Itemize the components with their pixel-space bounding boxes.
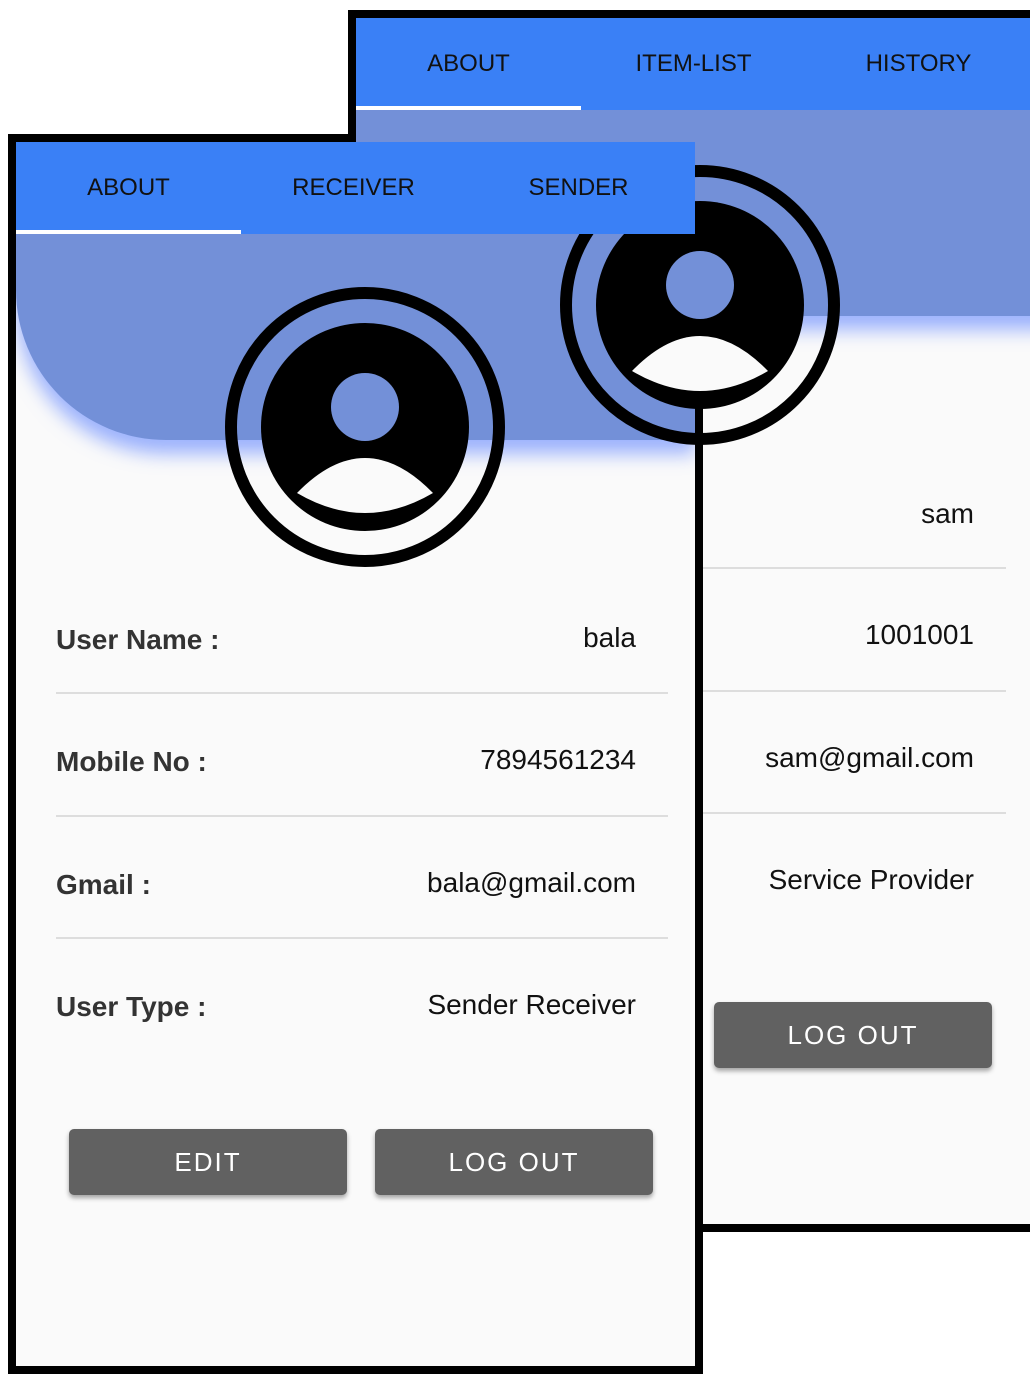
- tab-receiver[interactable]: RECEIVER: [241, 142, 466, 234]
- user-type-value: Service Provider: [768, 864, 974, 895]
- user-name-value: sam: [921, 498, 974, 529]
- divider: [56, 937, 668, 939]
- user-type-label: User Type :: [56, 991, 207, 1022]
- divider: [56, 692, 668, 694]
- divider: [56, 815, 668, 817]
- mobile-value: 1001001: [864, 619, 974, 650]
- tab-bar: ABOUT ITEM-LIST HISTORY: [356, 18, 1030, 110]
- info-row-mobile: Mobile No : 7894561234: [56, 708, 668, 818]
- edit-button[interactable]: EDIT: [69, 1129, 347, 1195]
- tab-item-list[interactable]: ITEM-LIST: [581, 18, 806, 110]
- gmail-value: bala@gmail.com: [427, 867, 636, 898]
- account-circle-icon: [225, 287, 505, 567]
- user-name-value: bala: [583, 622, 636, 653]
- mobile-value: 7894561234: [480, 744, 636, 775]
- tab-bar: ABOUT RECEIVER SENDER: [16, 142, 695, 234]
- logout-button[interactable]: LOG OUT: [375, 1129, 653, 1195]
- user-name-label: User Name :: [56, 624, 220, 655]
- info-row-user-type: User Type : Sender Receiver: [56, 953, 668, 1063]
- tab-history[interactable]: HISTORY: [806, 18, 1030, 110]
- user-type-value: Sender Receiver: [427, 989, 636, 1020]
- info-row-user-name: User Name : bala: [56, 586, 668, 696]
- tab-sender[interactable]: SENDER: [466, 142, 691, 234]
- tab-about[interactable]: ABOUT: [16, 142, 241, 234]
- logout-button[interactable]: LOG OUT: [714, 1002, 992, 1068]
- info-row-gmail: Gmail : bala@gmail.com: [56, 831, 668, 941]
- gmail-label: Gmail :: [56, 869, 151, 900]
- tab-about[interactable]: ABOUT: [356, 18, 581, 110]
- gmail-value: sam@gmail.com: [765, 742, 974, 773]
- mobile-label: Mobile No :: [56, 746, 207, 777]
